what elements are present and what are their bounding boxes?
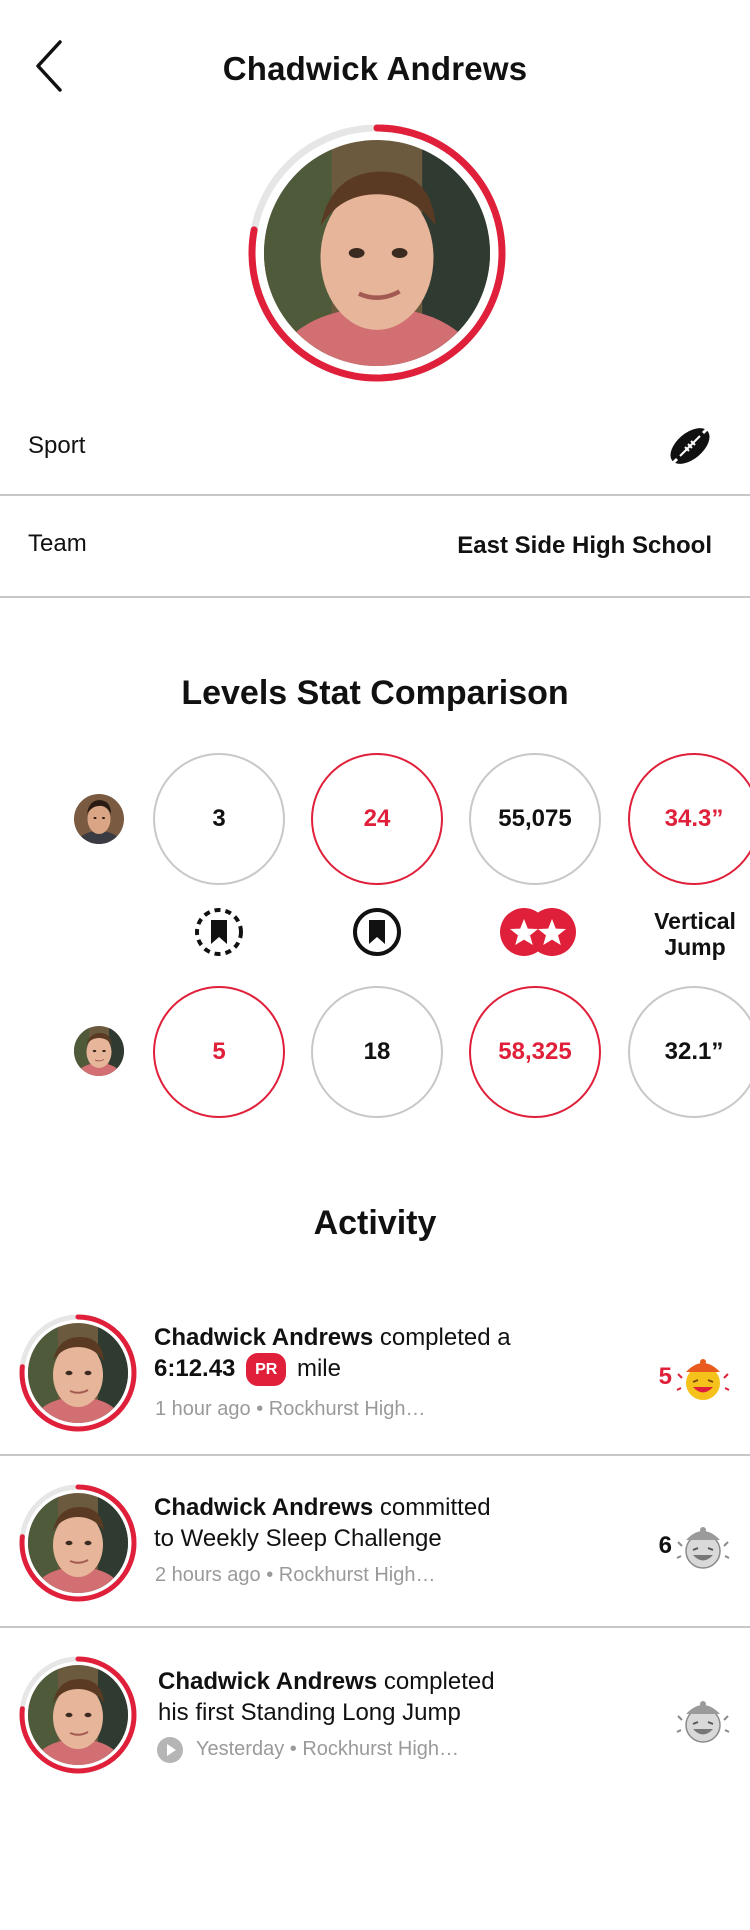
top-stat-1: 3 <box>153 753 285 885</box>
team-value: East Side High School <box>457 532 712 559</box>
bookmark-icon <box>353 908 401 956</box>
vertical-jump-label-line2: Jump <box>664 934 726 960</box>
activity-item[interactable]: Chadwick Andrews completed a 6:12.43 PR … <box>0 1300 750 1456</box>
activity-meta: 1 hour ago • Rockhurst High… <box>155 1398 426 1420</box>
sport-label: Sport <box>28 432 86 459</box>
activity-text-a: completed <box>377 1668 495 1695</box>
football-icon <box>668 424 712 468</box>
user-avatar[interactable] <box>74 1026 124 1076</box>
activity-text: Chadwick Andrews committed to Weekly Sle… <box>154 1492 554 1554</box>
levels-stat-comparison-title: Levels Stat Comparison <box>181 674 569 712</box>
activity-user-name[interactable]: Chadwick Andrews <box>158 1668 377 1695</box>
activity-text-b: to Weekly Sleep Challenge <box>154 1525 442 1552</box>
bottom-stat-4: 32.1” <box>628 986 750 1118</box>
bottom-stat-3: 58,325 <box>469 986 601 1118</box>
activity-text-b: his first Standing Long Jump <box>158 1699 461 1726</box>
profile-avatar[interactable] <box>246 122 508 384</box>
pr-badge: PR <box>246 1353 287 1386</box>
top-stat-2: 24 <box>311 753 443 885</box>
activity-title: Activity <box>313 1204 437 1242</box>
activity-text: Chadwick Andrews completed a 6:12.43 PR … <box>154 1322 554 1386</box>
activity-text-a: committed <box>373 1494 491 1521</box>
emoji-laugh-gray-icon[interactable] <box>676 1520 730 1574</box>
play-icon[interactable] <box>156 1736 184 1764</box>
vertical-jump-label: Vertical Jump <box>640 908 750 960</box>
emoji-laugh-gray-icon[interactable] <box>676 1694 730 1748</box>
dashed-bookmark-icon <box>195 908 243 956</box>
top-stat-4: 34.3” <box>628 753 750 885</box>
reaction-count: 5 <box>658 1363 672 1390</box>
activity-avatar[interactable] <box>18 1483 138 1603</box>
activity-user-name[interactable]: Chadwick Andrews <box>154 1324 373 1351</box>
team-row: Team East Side High School <box>0 496 750 598</box>
activity-time-value: 6:12.43 <box>154 1355 236 1382</box>
team-label: Team <box>28 530 87 557</box>
emoji-laugh-icon[interactable] <box>676 1352 730 1406</box>
bottom-stat-2: 18 <box>311 986 443 1118</box>
page-title: Chadwick Andrews <box>222 50 528 87</box>
activity-text-b: mile <box>290 1355 341 1382</box>
top-stat-3: 55,075 <box>469 753 601 885</box>
activity-text-a: completed a <box>373 1324 511 1351</box>
activity-meta: Yesterday • Rockhurst High… <box>196 1738 460 1760</box>
activity-user-name[interactable]: Chadwick Andrews <box>154 1494 373 1521</box>
opponent-avatar[interactable] <box>74 794 124 844</box>
sport-row: Sport <box>0 400 750 496</box>
vertical-jump-label-line1: Vertical <box>654 908 736 934</box>
activity-text: Chadwick Andrews completed his first Sta… <box>158 1666 558 1728</box>
header: Chadwick Andrews <box>0 0 750 140</box>
activity-avatar[interactable] <box>18 1313 138 1433</box>
activity-item[interactable]: Chadwick Andrews committed to Weekly Sle… <box>0 1456 750 1628</box>
activity-avatar[interactable] <box>18 1655 138 1775</box>
bottom-stat-1: 5 <box>153 986 285 1118</box>
reaction-count: 6 <box>658 1532 672 1559</box>
activity-meta: 2 hours ago • Rockhurst High… <box>155 1564 436 1586</box>
activity-item[interactable]: Chadwick Andrews completed his first Sta… <box>0 1628 750 1798</box>
double-star-icon <box>500 908 576 956</box>
